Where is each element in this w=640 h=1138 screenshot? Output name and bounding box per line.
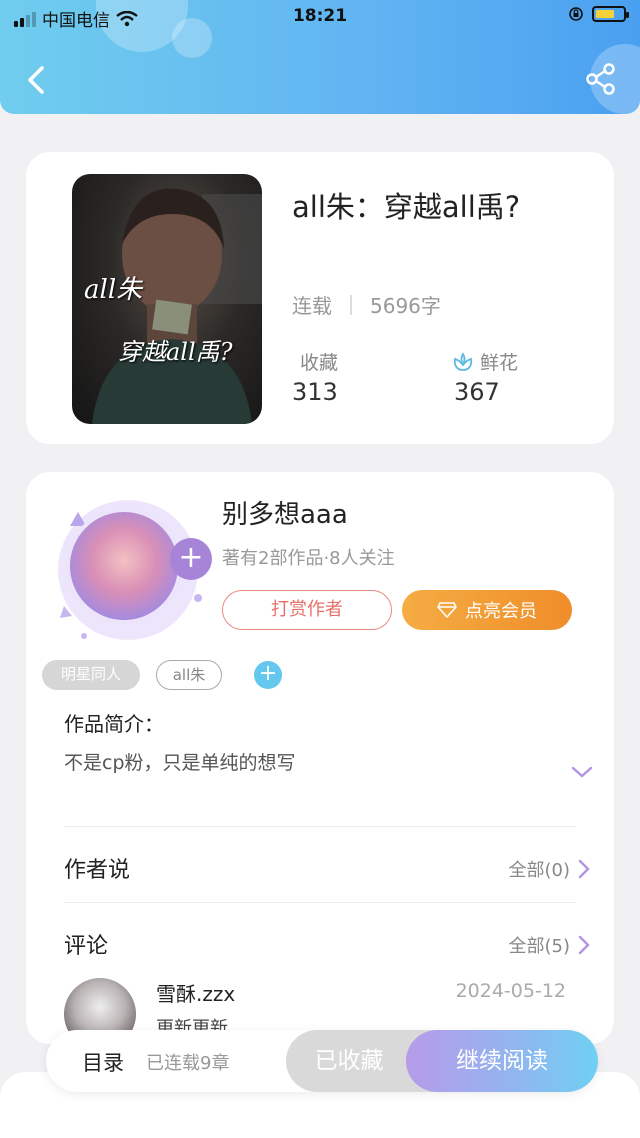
tag-chip[interactable]: all朱 — [156, 660, 222, 690]
status-bar: 中国电信 18:21 — [0, 0, 640, 34]
follow-plus-button[interactable]: + — [170, 538, 212, 580]
author-card: + 别多想aaa 著有2部作品·8人关注 打赏作者 点亮会员 明星同人 all朱… — [26, 472, 614, 1050]
vip-label: 点亮会员 — [465, 601, 537, 622]
comment-date: 2024-05-12 — [455, 980, 566, 1002]
cover-text: 穿越all禹? — [118, 338, 233, 366]
add-tag-button[interactable]: + — [254, 661, 282, 689]
comments-title: 评论 — [64, 934, 109, 959]
tip-author-button[interactable]: 打赏作者 — [222, 590, 392, 630]
flowers-label: 鲜花 — [480, 352, 519, 374]
book-cover[interactable]: all朱 穿越all禹? — [72, 174, 262, 424]
comments-all-label: 全部(5) — [508, 936, 571, 957]
book-title: all朱：穿越all禹? — [292, 190, 521, 224]
book-meta: 连载 5696字 — [292, 290, 441, 319]
share-button[interactable] — [584, 62, 618, 96]
book-status: 连载 — [292, 294, 332, 318]
chevron-right-icon — [578, 935, 590, 955]
clock: 18:21 — [292, 6, 348, 26]
divider — [64, 902, 576, 903]
author-avatar — [66, 508, 182, 624]
intro-title: 作品简介： — [64, 712, 164, 736]
chevron-down-icon[interactable] — [570, 764, 594, 780]
author-says-all-label: 全部(0) — [508, 860, 571, 881]
comments-all-link[interactable]: 全部(5) — [509, 932, 591, 958]
bottom-action-bar: 目录 已连载9章 已收藏 继续阅读 — [46, 1030, 598, 1092]
chapter-count: 已连载9章 — [146, 1053, 230, 1074]
toc-button[interactable]: 目录 — [82, 1047, 124, 1077]
author-says-title: 作者说 — [64, 858, 131, 883]
favorites-count: 313 — [292, 378, 338, 406]
chevron-right-icon — [578, 859, 590, 879]
comment-username[interactable]: 雪酥.zzx — [156, 978, 235, 1007]
battery-icon — [592, 6, 629, 22]
app-header: 中国电信 18:21 — [0, 0, 640, 114]
author-avatar-frame[interactable]: + — [56, 494, 212, 640]
vip-button[interactable]: 点亮会员 — [402, 590, 572, 630]
diamond-icon — [437, 602, 457, 618]
back-button[interactable] — [20, 60, 54, 100]
divider — [350, 294, 352, 315]
cover-text: all朱 — [84, 275, 143, 305]
divider — [64, 826, 576, 827]
favorites-label: 收藏 — [300, 352, 339, 374]
flowers-count: 367 — [454, 378, 500, 406]
flower-icon — [453, 351, 473, 371]
author-stats: 著有2部作品·8人关注 — [222, 548, 395, 569]
author-says-all-link[interactable]: 全部(0) — [509, 856, 591, 882]
flowers-stat[interactable]: 鲜花 — [452, 348, 518, 375]
author-name[interactable]: 别多想aaa — [222, 494, 348, 531]
word-count: 5696字 — [370, 294, 441, 318]
book-info-card: all朱 穿越all禹? all朱：穿越all禹? 连载 5696字 收藏 31… — [26, 152, 614, 444]
continue-reading-button[interactable]: 继续阅读 — [406, 1030, 598, 1092]
tag-chip[interactable]: 明星同人 — [42, 660, 140, 690]
intro-text: 不是cp粉，只是单纯的想写 — [64, 752, 296, 774]
orientation-lock-icon — [569, 7, 583, 21]
